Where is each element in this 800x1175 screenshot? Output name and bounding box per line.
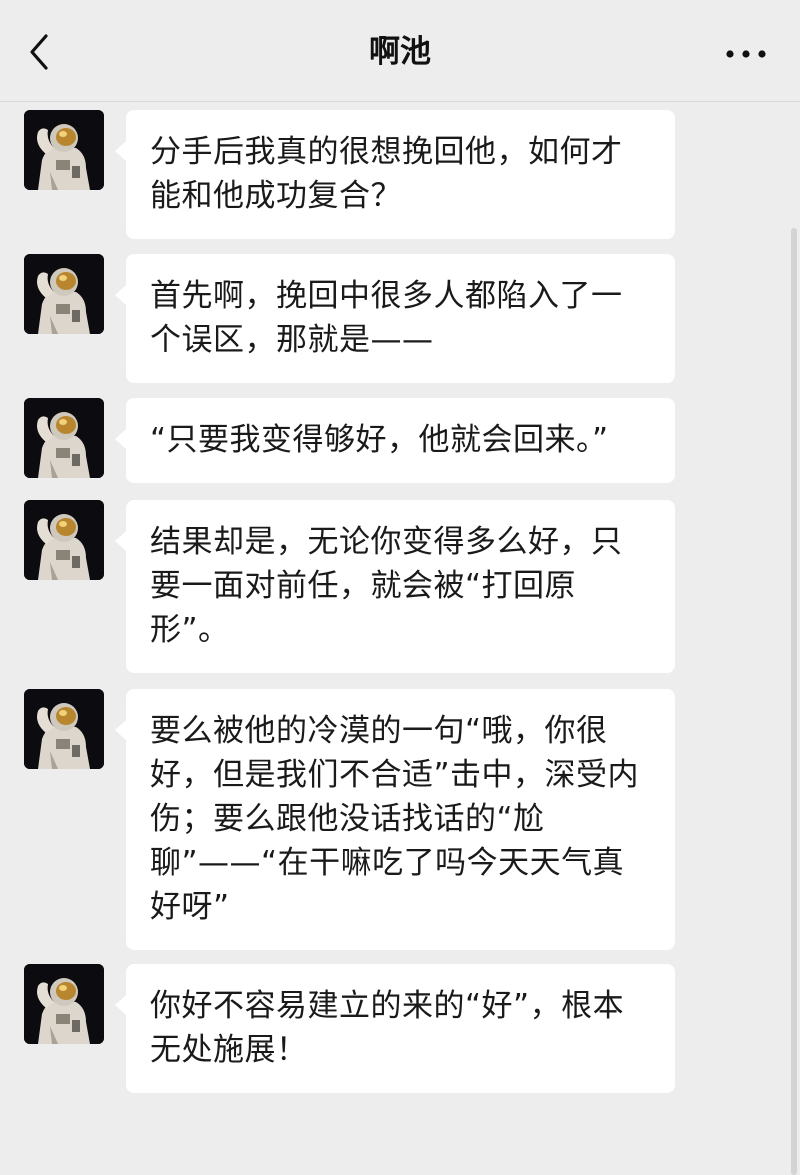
more-button[interactable] bbox=[724, 34, 768, 74]
astronaut-avatar[interactable] bbox=[24, 110, 104, 190]
astronaut-avatar[interactable] bbox=[24, 689, 104, 769]
message-bubble[interactable]: 结果却是，无论你变得多么好，只要一面对前任，就会被“打回原形”。 bbox=[115, 500, 675, 673]
astronaut-avatar[interactable] bbox=[24, 964, 104, 1044]
message-bubble[interactable]: 首先啊，挽回中很多人都陷入了一个误区，那就是—— bbox=[115, 254, 675, 383]
message-bubble[interactable]: 要么被他的冷漠的一句“哦，你很好，但是我们不合适”击中，深受内伤；要么跟他没话找… bbox=[115, 689, 675, 950]
message-bubble[interactable]: “只要我变得够好，他就会回来。” bbox=[115, 398, 675, 483]
scrollbar[interactable] bbox=[791, 228, 797, 1175]
astronaut-avatar[interactable] bbox=[24, 398, 104, 478]
astronaut-avatar[interactable] bbox=[24, 254, 104, 334]
message-bubble[interactable]: 你好不容易建立的来的“好”，根本无处施展！ bbox=[115, 964, 675, 1093]
chat-header: 啊池 bbox=[0, 0, 800, 102]
chat-title: 啊池 bbox=[369, 34, 431, 70]
astronaut-avatar[interactable] bbox=[24, 500, 104, 580]
more-dots-icon bbox=[726, 50, 766, 58]
message-bubble[interactable]: 分手后我真的很想挽回他，如何才能和他成功复合？ bbox=[115, 110, 675, 239]
